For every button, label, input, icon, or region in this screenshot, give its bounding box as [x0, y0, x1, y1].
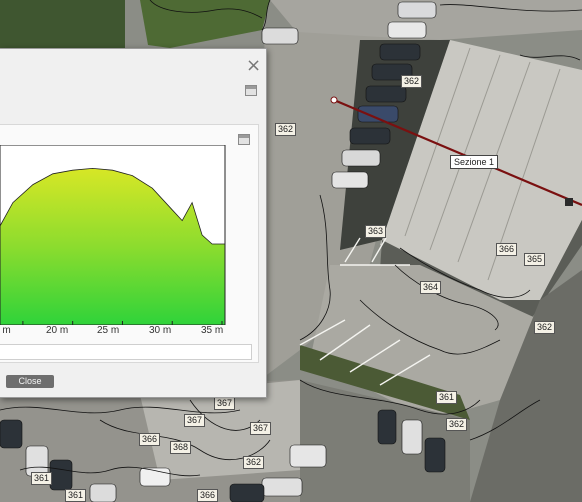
contour-label: 366	[496, 243, 518, 256]
section-start-vertex[interactable]	[330, 96, 338, 104]
grass-area	[0, 0, 125, 48]
section-label[interactable]: Sezione 1	[450, 155, 499, 169]
contour-label: 367	[214, 397, 236, 410]
window-icon[interactable]	[245, 85, 257, 96]
window-icon[interactable]	[238, 134, 250, 145]
contour-label: 366	[197, 489, 219, 502]
contour-label: 362	[446, 418, 468, 431]
contour-label: 367	[250, 422, 272, 435]
x-tick-label: 35 m	[201, 325, 224, 336]
contour-label: 362	[275, 123, 297, 136]
progress-bar	[0, 344, 252, 360]
contour-label: 364	[420, 281, 442, 294]
profile-chart	[0, 145, 226, 325]
close-button[interactable]: Close	[6, 375, 54, 388]
contour-label: 362	[243, 456, 265, 469]
contour-label: 361	[65, 489, 87, 502]
contour-label: 363	[365, 225, 387, 238]
x-tick-label: 25 m	[97, 325, 120, 336]
profile-chart-panel: 5 m 20 m 25 m 30 m 35 m	[0, 124, 259, 363]
x-tick-label: 20 m	[46, 325, 69, 336]
contour-label: 362	[401, 75, 423, 88]
contour-label: 361	[31, 472, 53, 485]
contour-label: 361	[436, 391, 458, 404]
contour-label: 365	[524, 253, 546, 266]
x-tick-label: 5 m	[0, 325, 11, 336]
x-tick-label: 30 m	[149, 325, 172, 336]
contour-label: 368	[170, 441, 192, 454]
contour-label: 367	[184, 414, 206, 427]
close-icon[interactable]: ×	[246, 57, 261, 75]
contour-label: 362	[534, 321, 556, 334]
contour-label: 366	[139, 433, 161, 446]
profile-dialog: × 5 m 20 m 25 m 30 m 35 m Close	[0, 48, 267, 398]
